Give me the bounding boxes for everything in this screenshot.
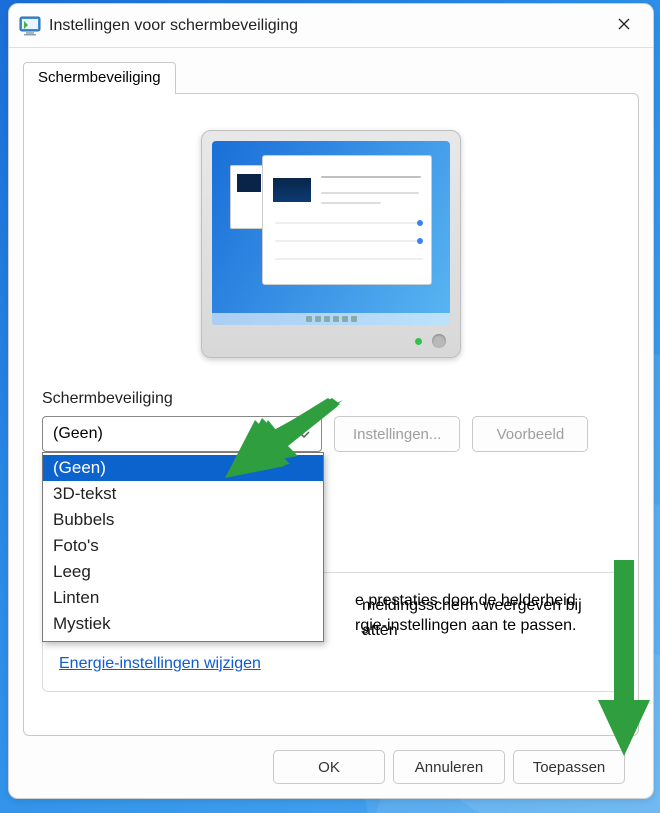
dropdown-option[interactable]: Foto's xyxy=(43,533,323,559)
window-title: Instellingen voor schermbeveiliging xyxy=(49,17,603,35)
screensaver-section-label: Schermbeveiliging xyxy=(42,390,620,408)
dropdown-option[interactable]: Leeg xyxy=(43,559,323,585)
tab-screensaver[interactable]: Schermbeveiliging xyxy=(23,62,176,94)
close-icon xyxy=(617,17,631,35)
dialog-footer: OK Annuleren Toepassen xyxy=(9,736,653,798)
resume-lock-partial-text: meldingsscherm weergeven bijatten xyxy=(362,594,582,644)
dropdown-option[interactable]: 3D-tekst xyxy=(43,481,323,507)
titlebar: Instellingen voor schermbeveiliging xyxy=(9,4,653,48)
tab-panel: Schermbeveiliging (Geen) (Geen) 3D-tekst… xyxy=(23,93,639,736)
screensaver-icon xyxy=(19,15,41,37)
close-button[interactable] xyxy=(603,11,645,41)
screensaver-dropdown[interactable]: (Geen) (Geen) 3D-tekst Bubbels Foto's Le… xyxy=(42,416,322,452)
preview-button[interactable]: Voorbeeld xyxy=(472,416,588,452)
dropdown-option[interactable]: (Geen) xyxy=(43,455,323,481)
screensaver-settings-dialog: Instellingen voor schermbeveiliging Sche… xyxy=(8,3,654,799)
tabstrip: Schermbeveiliging xyxy=(9,48,653,94)
monitor-led-icon xyxy=(415,338,422,345)
dropdown-option[interactable]: Bubbels xyxy=(43,507,323,533)
ok-button[interactable]: OK xyxy=(273,750,385,784)
energy-settings-link[interactable]: Energie-instellingen wijzigen xyxy=(59,655,261,672)
apply-button[interactable]: Toepassen xyxy=(513,750,625,784)
cancel-button[interactable]: Annuleren xyxy=(393,750,505,784)
dropdown-option[interactable]: Linten xyxy=(43,585,323,611)
chevron-down-icon xyxy=(297,427,311,441)
dropdown-option[interactable]: Mystiek xyxy=(43,611,323,637)
monitor-power-icon xyxy=(432,334,446,348)
settings-button[interactable]: Instellingen... xyxy=(334,416,460,452)
screensaver-selected-value: (Geen) xyxy=(53,425,103,443)
monitor-preview xyxy=(42,130,620,358)
screensaver-dropdown-list: (Geen) 3D-tekst Bubbels Foto's Leeg Lint… xyxy=(42,452,324,642)
